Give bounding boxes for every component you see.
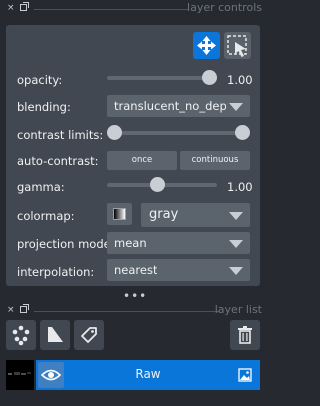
eye-icon <box>40 369 62 381</box>
new-labels-layer-button[interactable] <box>74 320 104 350</box>
auto-contrast-continuous-button[interactable]: continuous <box>180 151 250 170</box>
colormap-value: gray <box>149 207 179 222</box>
dock-close-icon[interactable]: × <box>7 305 15 315</box>
transform-select-button[interactable] <box>224 32 251 59</box>
gamma-slider-handle[interactable] <box>150 177 165 192</box>
points-icon <box>12 325 30 346</box>
label-tag-icon <box>81 327 97 343</box>
blending-dropdown[interactable]: translucent_no_depth <box>107 95 250 117</box>
colormap-dropdown[interactable]: gray <box>141 203 250 227</box>
projection-mode-label: projection mode: <box>17 237 115 251</box>
opacity-value: 1.00 <box>227 73 253 87</box>
dock-title-label: layer list <box>214 303 262 316</box>
dock-title-label: layer controls <box>187 1 262 14</box>
gamma-value: 1.00 <box>227 180 253 194</box>
new-shapes-layer-button[interactable] <box>40 320 70 350</box>
layer-list-item[interactable]: Raw <box>6 360 260 390</box>
pan-zoom-button[interactable] <box>193 32 220 59</box>
colormap-label: colormap: <box>17 209 75 223</box>
layer-name[interactable]: Raw <box>106 367 190 381</box>
opacity-slider-handle[interactable] <box>202 70 217 85</box>
interpolation-label: interpolation: <box>17 265 95 279</box>
interpolation-value: nearest <box>114 263 158 277</box>
layer-controls-panel: opacity: 1.00 blending: translucent_no_d… <box>6 25 260 286</box>
blending-label: blending: <box>17 100 71 114</box>
shapes-icon <box>48 327 63 342</box>
colormap-gradient-swatch <box>113 208 126 220</box>
new-points-layer-button[interactable] <box>6 320 36 350</box>
layer-list-dock-title: × layer list <box>0 302 276 320</box>
dock-title-divider <box>34 311 220 312</box>
contrast-limits-high-handle[interactable] <box>235 125 250 140</box>
projection-mode-value: mean <box>114 236 147 250</box>
image-layer-icon <box>238 368 252 382</box>
splitter-handle[interactable]: ••• <box>123 289 147 303</box>
contrast-limits-slider[interactable] <box>113 131 241 135</box>
select-cursor-icon <box>227 35 247 57</box>
gamma-label: gamma: <box>17 180 65 194</box>
chevron-down-icon <box>229 267 243 275</box>
trash-icon <box>238 326 252 344</box>
delete-layer-button[interactable] <box>230 320 260 350</box>
colormap-preview-button[interactable] <box>107 203 132 225</box>
auto-contrast-label: auto-contrast: <box>17 154 99 168</box>
dock-float-icon[interactable] <box>20 2 29 11</box>
projection-mode-dropdown[interactable]: mean <box>107 232 250 254</box>
move-arrows-icon <box>197 36 216 55</box>
blending-value: translucent_no_depth <box>114 99 226 113</box>
dock-float-icon[interactable] <box>20 304 29 313</box>
layer-visibility-toggle[interactable] <box>38 362 64 388</box>
layer-thumbnail-image <box>6 360 34 390</box>
chevron-down-icon <box>229 103 243 111</box>
layer-bar[interactable]: Raw <box>36 360 260 390</box>
opacity-label: opacity: <box>17 73 63 87</box>
dock-title-divider <box>34 9 188 10</box>
contrast-limits-label: contrast limits: <box>17 128 104 142</box>
opacity-slider[interactable] <box>107 76 217 80</box>
layer-thumbnail <box>6 360 34 390</box>
chevron-down-icon <box>229 212 243 220</box>
dock-close-icon[interactable]: × <box>7 3 15 13</box>
chevron-down-icon <box>229 240 243 248</box>
interpolation-dropdown[interactable]: nearest <box>107 259 250 281</box>
layer-controls-dock-title: × layer controls <box>0 0 276 18</box>
contrast-limits-low-handle[interactable] <box>107 125 122 140</box>
auto-contrast-once-button[interactable]: once <box>107 151 177 170</box>
